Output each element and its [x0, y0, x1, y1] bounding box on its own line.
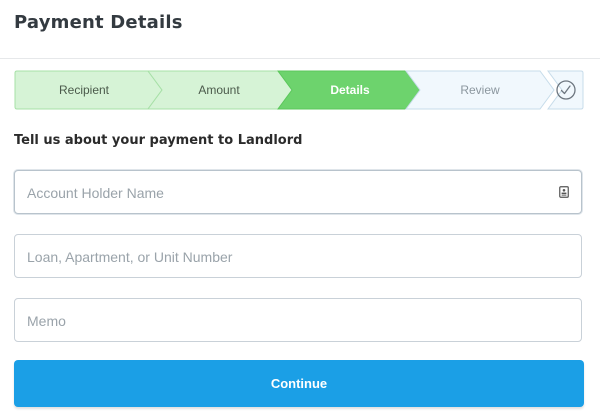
header: Payment Details	[0, 0, 600, 56]
progress-stepper: Recipient Amount Details Review	[14, 70, 584, 110]
account-holder-name-input[interactable]	[25, 171, 549, 215]
unit-number-input[interactable]	[25, 235, 549, 279]
step-amount[interactable]: Amount	[147, 70, 293, 110]
account-holder-name-field[interactable]	[14, 170, 582, 215]
contact-card-icon[interactable]	[559, 186, 569, 198]
page-title: Payment Details	[14, 12, 183, 33]
memo-input[interactable]	[25, 299, 549, 343]
step-details[interactable]: Details	[277, 70, 421, 110]
step-recipient[interactable]: Recipient	[14, 70, 163, 110]
header-divider	[0, 58, 600, 59]
form-subtitle: Tell us about your payment to Landlord	[14, 133, 303, 148]
step-label-amount: Amount	[198, 83, 240, 97]
step-label-details: Details	[330, 83, 370, 97]
memo-field[interactable]	[14, 298, 582, 343]
step-review[interactable]: Review	[405, 70, 555, 110]
stepper-graphic: Recipient Amount Details Review	[14, 70, 584, 110]
unit-number-field[interactable]	[14, 234, 582, 279]
step-label-recipient: Recipient	[59, 83, 110, 97]
step-label-review: Review	[460, 83, 500, 97]
continue-button[interactable]: Continue	[14, 360, 584, 407]
